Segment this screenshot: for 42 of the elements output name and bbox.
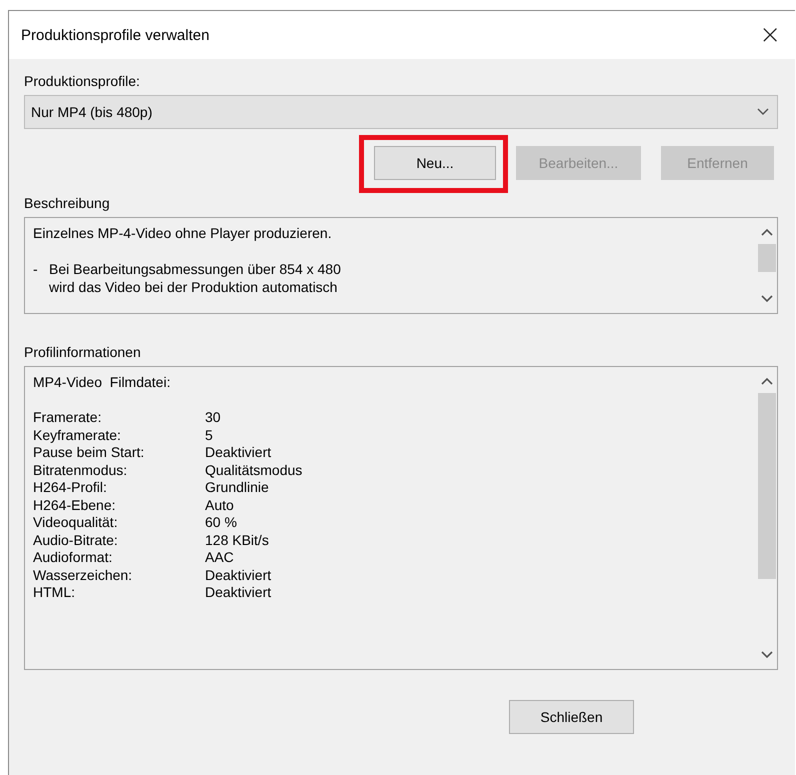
section-label: Beschreibung (24, 195, 110, 211)
info-name: H264-Ebene: (33, 496, 117, 514)
scrollbar-thumb[interactable] (758, 244, 776, 272)
info-value: Grundlinie (205, 479, 270, 496)
profile-dropdown[interactable]: Nur MP4 (bis 480p) (24, 95, 778, 129)
info-name: HTML: (33, 584, 76, 602)
info-value: 60 % (205, 514, 238, 532)
close-dialog-button[interactable]: Schließen (509, 700, 634, 734)
scroll-down-icon[interactable] (761, 295, 773, 303)
scrollbar-thumb[interactable] (758, 393, 776, 579)
info-value: Deaktiviert (205, 566, 272, 584)
scroll-down-icon[interactable] (761, 651, 773, 659)
scroll-up-icon[interactable] (761, 377, 773, 385)
info-name: Videoqualität: (33, 514, 119, 532)
info-value: AAC (205, 549, 235, 566)
info-name: Audioformat: (33, 549, 114, 566)
info-name: Wasserzeichen: (33, 566, 134, 584)
field-label: Produktionsprofile: (24, 73, 140, 89)
window-title: Produktionsprofile verwalten (21, 26, 210, 44)
info-value: 5 (205, 426, 214, 444)
info-heading: MP4-Video Filmdatei: (33, 373, 172, 391)
info-value: 30 (205, 409, 222, 426)
info-name: Audio-Bitrate: (33, 532, 119, 549)
bullet-mark: - (33, 260, 39, 279)
info-name: H264-Profil: (33, 479, 108, 496)
info-value: Deaktiviert (205, 584, 272, 602)
info-value: Auto (205, 496, 235, 514)
info-value: Deaktiviert (205, 444, 272, 462)
info-value: Qualitätsmodus (205, 462, 302, 479)
description-text: wird das Video bei der Produktion automatisch (49, 278, 338, 296)
description-text: Einzelnes MP-4-Video ohne Player produzieren. (33, 224, 333, 242)
chevron-down-icon (757, 108, 769, 116)
scroll-up-icon[interactable] (761, 228, 773, 236)
info-name: Framerate: (33, 409, 102, 426)
close-button[interactable]: × (755, 20, 785, 50)
info-name: Keyframerate: (33, 426, 122, 444)
section-label: Profilinformationen (24, 344, 141, 360)
info-name: Pause beim Start: (33, 444, 146, 462)
info-value: 128 KBit/s (205, 532, 270, 549)
description-text: Bei Bearbeitungsabmessungen über 854 x 480 (49, 260, 341, 278)
action-button[interactable]: Neu... (374, 146, 496, 180)
info-name: Bitratenmodus: (33, 462, 128, 479)
